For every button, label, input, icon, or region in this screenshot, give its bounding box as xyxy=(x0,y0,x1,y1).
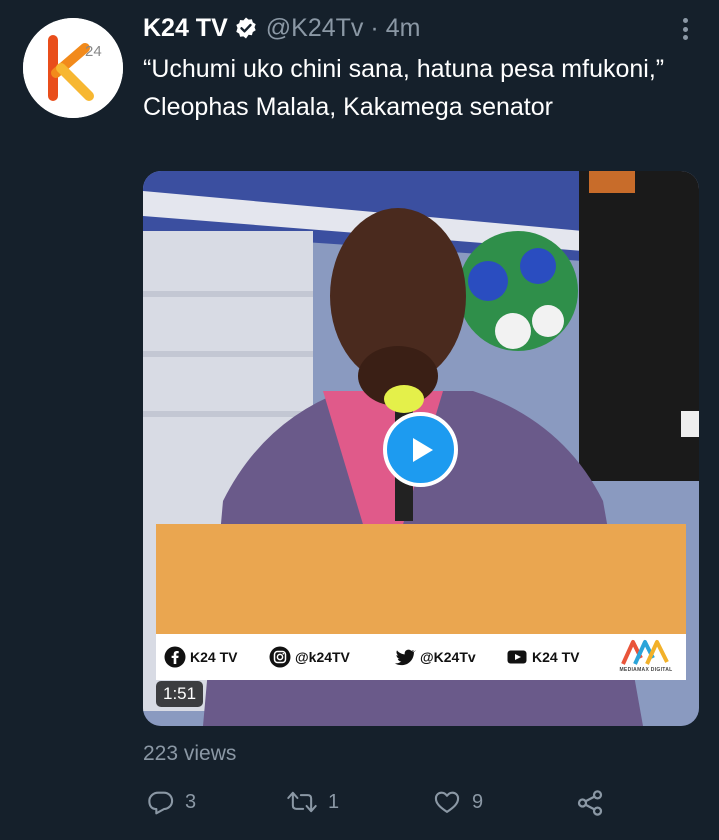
tweet-header: K24 TV @K24Tv · 4m xyxy=(143,12,420,44)
youtube-icon xyxy=(507,650,527,664)
twitter-handle: @K24Tv xyxy=(394,646,476,668)
view-count[interactable]: 223 views xyxy=(143,742,236,766)
share-button[interactable] xyxy=(575,788,605,818)
retweet-icon xyxy=(287,791,317,813)
instagram-label: @k24TV xyxy=(295,649,350,665)
retweet-button[interactable]: 1 xyxy=(286,788,339,816)
youtube-handle: K24 TV xyxy=(506,646,579,668)
like-count: 9 xyxy=(472,790,484,813)
handle[interactable]: @K24Tv xyxy=(266,14,364,43)
instagram-handle: @k24TV xyxy=(269,646,350,668)
svg-text:24: 24 xyxy=(85,43,102,60)
instagram-icon xyxy=(269,646,291,668)
twitter-bird-icon xyxy=(394,649,416,666)
separator-dot: · xyxy=(370,13,379,42)
timestamp[interactable]: 4m xyxy=(386,14,421,43)
more-options-icon[interactable] xyxy=(675,16,695,42)
lower-third-banner xyxy=(156,524,686,634)
reply-icon xyxy=(148,791,174,815)
verified-badge-icon xyxy=(236,17,256,39)
tweet-actions: 3 1 9 xyxy=(143,788,623,828)
k24-logo-icon: 24 xyxy=(23,18,123,118)
reply-button[interactable]: 3 xyxy=(147,788,196,816)
tweet-text: “Uchumi uko chini sana, hatuna pesa mfuk… xyxy=(143,55,665,121)
display-name[interactable]: K24 TV xyxy=(143,14,228,43)
video-player[interactable]: K24 TV @k24TV @K24Tv K24 TV MEDIAMAX DIG… xyxy=(143,171,699,726)
twitter-label: @K24Tv xyxy=(420,649,476,665)
avatar[interactable]: 24 xyxy=(23,18,123,118)
retweet-count: 1 xyxy=(328,790,340,813)
mediamax-label: MEDIAMAX DIGITAL xyxy=(619,667,673,673)
facebook-label: K24 TV xyxy=(190,649,238,665)
mediamax-logo: MEDIAMAX DIGITAL xyxy=(616,636,676,678)
social-handles-bar: K24 TV @k24TV @K24Tv K24 TV MEDIAMAX DIG… xyxy=(156,634,686,680)
mediamax-logo-icon xyxy=(621,640,669,665)
play-icon xyxy=(412,437,433,462)
video-duration: 1:51 xyxy=(156,681,204,707)
youtube-label: K24 TV xyxy=(532,649,580,665)
facebook-handle: K24 TV xyxy=(164,646,237,668)
reply-count: 3 xyxy=(185,790,197,813)
like-button[interactable]: 9 xyxy=(432,788,483,816)
play-button[interactable] xyxy=(383,412,458,487)
heart-icon xyxy=(434,791,460,813)
share-icon xyxy=(577,790,603,816)
facebook-icon xyxy=(164,646,186,668)
